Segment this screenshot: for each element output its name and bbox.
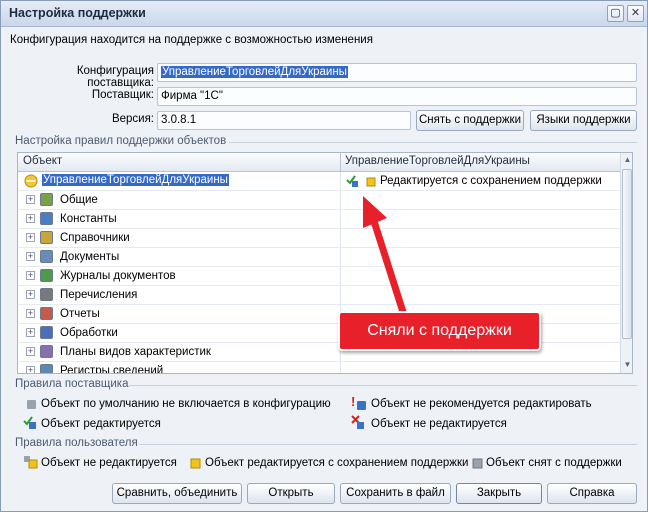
edited-check-icon <box>346 175 358 187</box>
compare-merge-button[interactable]: Сравнить, объединить <box>112 483 242 504</box>
catalogs-icon <box>40 231 53 244</box>
scroll-up-arrow-icon[interactable]: ▲ <box>621 153 632 167</box>
enumerations-icon <box>40 288 53 301</box>
scroll-down-arrow-icon[interactable]: ▼ <box>621 358 632 372</box>
user-rules-divider <box>139 444 637 445</box>
reports-icon <box>40 307 53 320</box>
vendor-rules-divider <box>129 385 637 386</box>
expand-plus-icon[interactable]: + <box>26 271 35 280</box>
expand-plus-icon[interactable]: + <box>26 214 35 223</box>
expand-plus-icon[interactable]: + <box>26 195 35 204</box>
expand-plus-icon[interactable]: + <box>26 328 35 337</box>
tree-header: Объект УправлениеТорговлейДляУкраины <box>18 153 620 172</box>
vendor-config-field[interactable]: УправлениеТорговлейДляУкраины <box>157 63 637 82</box>
close-window-button[interactable]: ✕ <box>627 5 644 22</box>
tree-vertical-scrollbar[interactable]: ▲ ▼ <box>620 153 632 373</box>
vendor-config-value: УправлениеТорговлейДляУкраины <box>161 66 348 78</box>
rules-group-divider <box>229 142 637 143</box>
tree-row[interactable]: + Справочники <box>18 229 620 248</box>
close-button[interactable]: Закрыть <box>456 483 542 504</box>
tree-row[interactable]: + Константы <box>18 210 620 229</box>
title-bar: Настройка поддержки ▢ ✕ <box>1 1 647 27</box>
constants-icon <box>40 212 53 225</box>
tree-root-row[interactable]: УправлениеТорговлейДляУкраины Редактируе… <box>18 172 620 191</box>
window-content: Конфигурация находится на поддержке с во… <box>1 28 647 511</box>
restore-button[interactable]: ▢ <box>607 5 624 22</box>
tree-row[interactable]: + Регистры сведений <box>18 362 620 374</box>
expand-plus-icon[interactable]: + <box>26 309 35 318</box>
save-to-file-button[interactable]: Сохранить в файл <box>340 483 451 504</box>
user-rules-title: Правила пользователя <box>15 437 138 449</box>
gray-cube-icon <box>27 400 36 409</box>
tree-row-label: Документы <box>60 251 120 263</box>
help-button[interactable]: Справка <box>547 483 637 504</box>
scroll-thumb[interactable] <box>622 169 632 339</box>
version-field[interactable]: 3.0.8.1 <box>157 111 411 130</box>
tree-row-label: Константы <box>60 213 117 225</box>
tree-row[interactable]: + Журналы документов <box>18 267 620 286</box>
annotation-callout: Сняли с поддержки <box>338 311 541 351</box>
annotation-arrow-icon <box>363 196 407 316</box>
tree-row-label: Перечисления <box>60 289 138 301</box>
blue-cube-icon <box>357 401 366 410</box>
expand-plus-icon[interactable]: + <box>26 290 35 299</box>
cross-cube-icon <box>351 415 364 429</box>
documents-icon <box>40 250 53 263</box>
root-support-status: Редактируется с сохранением поддержки <box>380 175 602 187</box>
information-registers-icon <box>40 364 53 373</box>
tree-row-label: Справочники <box>60 232 130 244</box>
tree-row[interactable]: + Общие <box>18 191 620 210</box>
tree-row-label: Журналы документов <box>60 270 176 282</box>
yellow-cube-icon <box>366 177 376 187</box>
column-header-vendor-config[interactable]: УправлениеТорговлейДляУкраины <box>345 155 530 167</box>
tree-row-label: Отчеты <box>60 308 100 320</box>
vendor-field[interactable]: Фирма "1С" <box>157 87 637 106</box>
close-icon: ✕ <box>630 7 641 19</box>
vendor-rules-title: Правила поставщика <box>15 378 129 390</box>
remove-support-button[interactable]: Снять с поддержки <box>416 110 524 131</box>
gray-cube-icon <box>472 458 483 469</box>
expand-plus-icon[interactable]: + <box>26 233 35 242</box>
window-title: Настройка поддержки <box>9 6 146 20</box>
document-journals-icon <box>40 269 53 282</box>
lock-cube-icon <box>24 456 38 469</box>
tree-row-label: Общие <box>60 194 98 206</box>
common-icon <box>40 193 53 206</box>
data-processors-icon <box>40 326 53 339</box>
check-cube-icon <box>23 416 36 429</box>
expand-plus-icon[interactable]: + <box>26 252 35 261</box>
expand-plus-icon[interactable]: + <box>26 366 35 373</box>
tree-row-label: Обработки <box>60 327 118 339</box>
support-status-text: Конфигурация находится на поддержке с во… <box>10 34 373 46</box>
vendor-label: Поставщик: <box>91 89 154 101</box>
column-header-object[interactable]: Объект <box>23 155 62 167</box>
root-config-label: УправлениеТорговлейДляУкраины <box>42 174 229 186</box>
support-settings-window: Настройка поддержки ▢ ✕ Конфигурация нах… <box>0 0 648 512</box>
tree-row[interactable]: + Документы <box>18 248 620 267</box>
tree-row-label: Регистры сведений <box>60 365 164 374</box>
characteristic-types-icon <box>40 345 53 358</box>
restore-icon: ▢ <box>610 7 621 19</box>
tree-row[interactable]: + Перечисления <box>18 286 620 305</box>
support-languages-button[interactable]: Языки поддержки <box>530 110 637 131</box>
expand-plus-icon[interactable]: + <box>26 347 35 356</box>
warning-exclamation-icon: ! <box>351 394 356 409</box>
rules-group-title: Настройка правил поддержки объектов <box>15 135 227 147</box>
yellow-cube-icon <box>190 458 201 469</box>
column-divider[interactable] <box>340 153 341 172</box>
vendor-config-label: Конфигурация поставщика: <box>76 65 154 89</box>
configuration-icon <box>24 174 38 188</box>
tree-row-label: Планы видов характеристик <box>60 346 211 358</box>
open-button[interactable]: Открыть <box>247 483 335 504</box>
version-label: Версия: <box>111 113 154 125</box>
